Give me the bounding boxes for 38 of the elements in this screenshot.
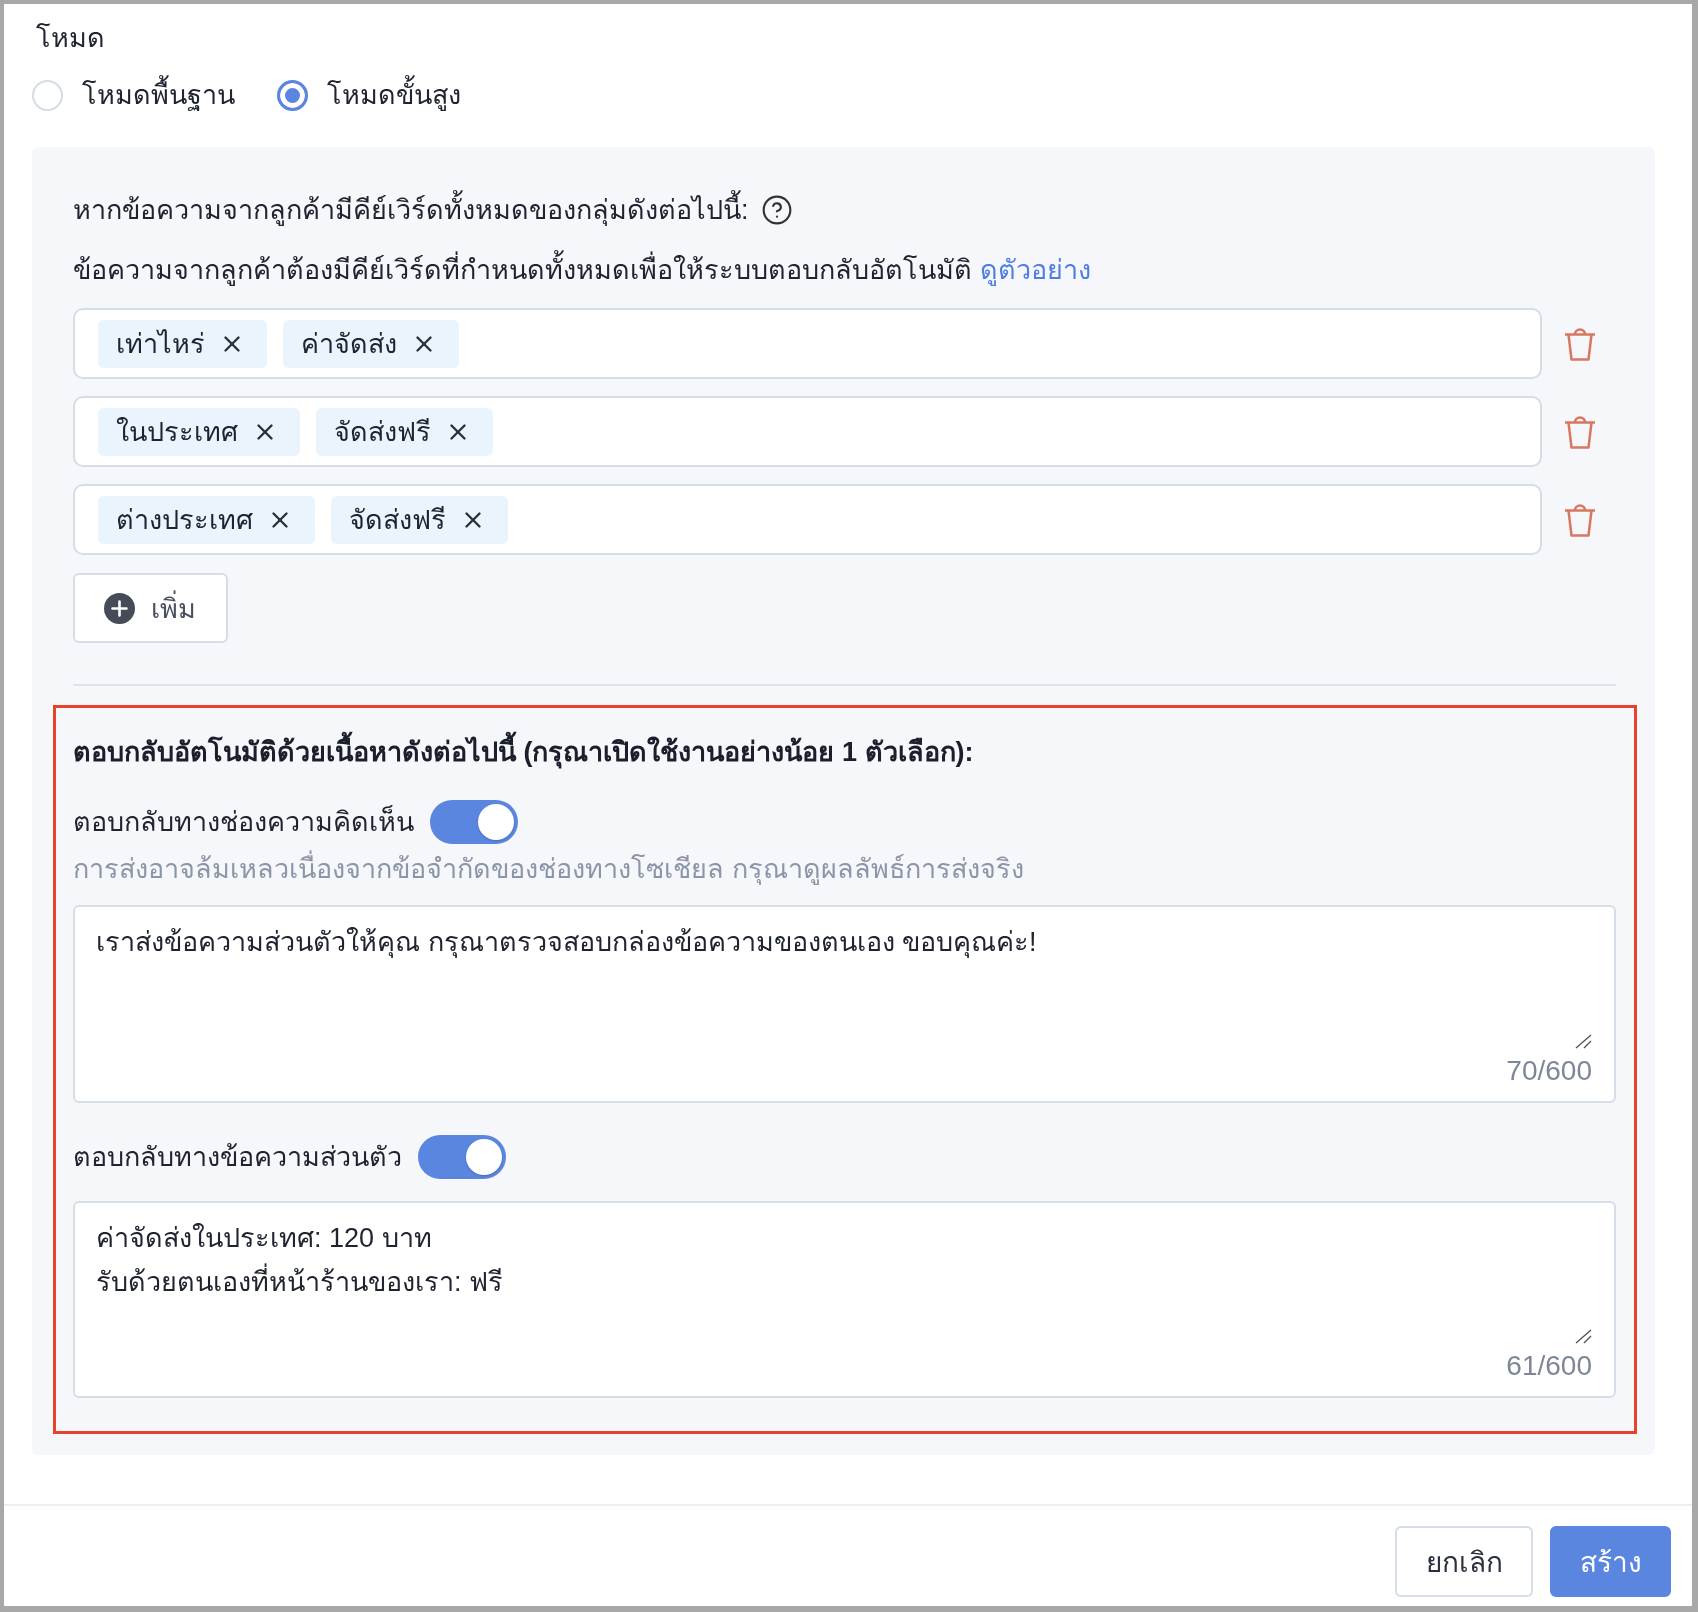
example-link[interactable]: ดูตัวอย่าง [980,255,1091,285]
keyword-text: ในประเทศ [116,415,238,449]
trash-icon[interactable] [1564,502,1596,537]
create-button[interactable]: สร้าง [1550,1526,1671,1597]
toggle-label: ตอบกลับทางช่องความคิดเห็น [73,804,414,839]
resize-handle-icon[interactable] [1575,1329,1592,1344]
plus-circle-icon [104,592,135,624]
radio-label[interactable]: โหมดขั้นสูง [327,75,461,115]
help-icon[interactable] [760,194,793,226]
radio-button[interactable] [277,79,308,111]
char-counter: 70/600 [1506,1054,1592,1088]
radio-label[interactable]: โหมดพื้นฐาน [82,75,235,115]
keyword-field[interactable]: เท่าไหร่ ค่าจัดส่ง [73,308,1542,379]
keyword-heading: หากข้อความจากลูกค้ามีคีย์เวิร์ดทั้งหมดของกลุ่มดังต่อไปนี้: [73,190,749,230]
keyword-field[interactable]: ในประเทศ จัดส่งฟรี [73,396,1542,467]
auto-reply-heading: ตอบกลับอัตโนมัติด้วยเนื้อหาดังต่อไปนี้ (กรุณาเปิดใช้งานอย่างน้อย 1 ตัวเลือก): [73,732,1616,772]
hint-text: การส่งอาจล้มเหลวเนื่องจากข้อจำกัดของช่องทางโซเชียล กรุณาดูผลลัพธ์การส่งจริง [73,849,1616,889]
description-text: ข้อความจากลูกค้าต้องมีคีย์เวิร์ดที่กำหนดทั้งหมดเพื่อให้ระบบตอบกลับอัตโนมัติ ดูตัวอย่าง [73,250,1616,290]
add-button[interactable]: เพิ่ม [73,573,228,643]
keyword-text: จัดส่งฟรี [334,415,431,449]
trash-icon[interactable] [1564,326,1596,361]
toggle-switch[interactable] [430,800,518,844]
message-text: ค่าจัดส่งในประเทศ: 120 บาท รับด้วยตนเองที่หน้าร้านของเรา: ฟรี [96,1222,504,1299]
char-counter: 61/600 [1506,1349,1592,1383]
keyword-text: เท่าไหร่ [116,327,205,361]
message-text: เราส่งข้อความส่วนตัวให้คุณ กรุณาตรวจสอบกล่องข้อความของตนเอง ขอบคุณค่ะ! [96,926,1038,960]
toggle-switch[interactable] [418,1135,506,1179]
keyword-field[interactable]: ต่างประเทศ จัดส่งฟรี [73,484,1542,555]
message-field[interactable]: เราส่งข้อความส่วนตัวให้คุณ กรุณาตรวจสอบกล่องข้อความของตนเอง ขอบคุณค่ะ! 70/600 [73,905,1616,1103]
keyword-text: ค่าจัดส่ง [301,327,397,361]
mode-label: โหมด [35,22,106,55]
keyword-text: จัดส่งฟรี [349,503,446,537]
cancel-button[interactable]: ยกเลิก [1395,1526,1533,1597]
trash-icon[interactable] [1564,414,1596,449]
keyword-text: ต่างประเทศ [116,503,253,537]
resize-handle-icon[interactable] [1575,1034,1592,1049]
message-field[interactable]: ค่าจัดส่งในประเทศ: 120 บาท รับด้วยตนเองที่หน้าร้านของเรา: ฟรี 61/600 [73,1201,1616,1398]
toggle-label: ตอบกลับทางข้อความส่วนตัว [73,1141,402,1174]
